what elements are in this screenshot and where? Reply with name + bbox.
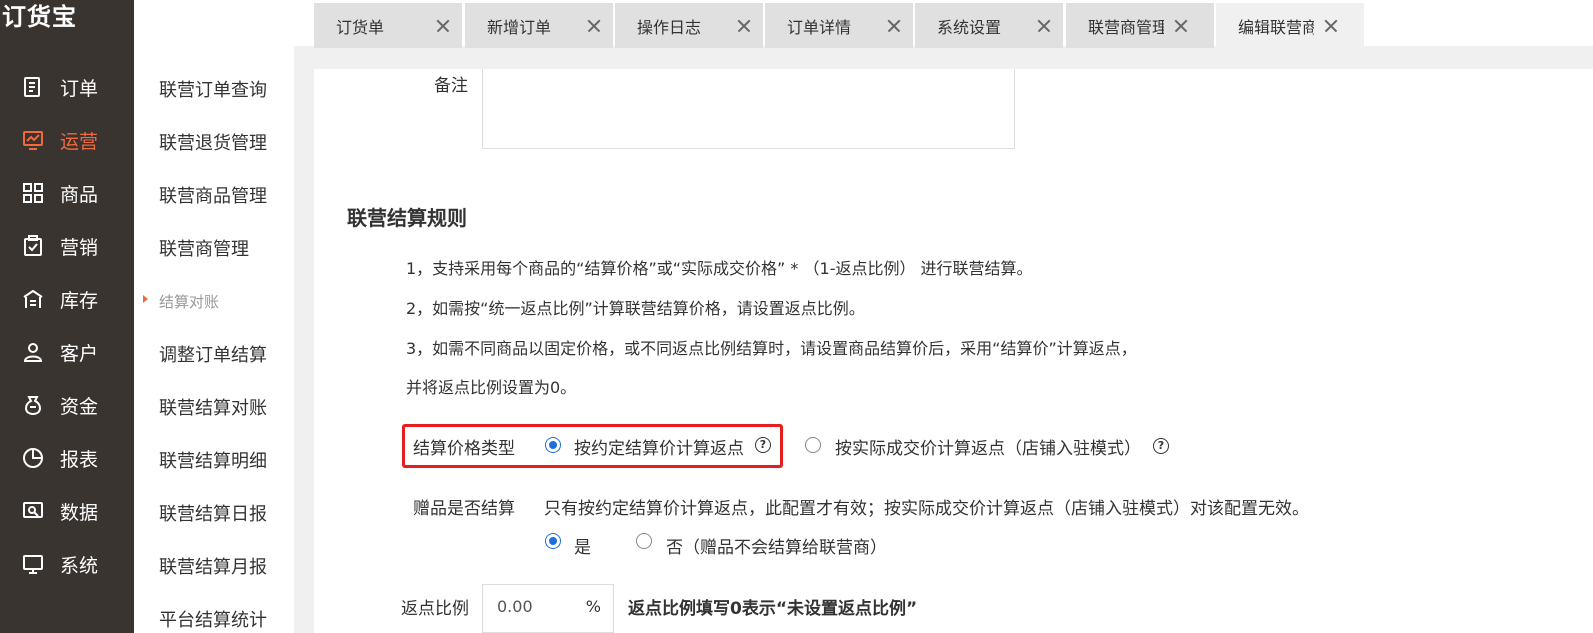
- section-title: 联营结算规则: [347, 206, 467, 230]
- nav-label: 系统: [60, 554, 99, 577]
- close-icon[interactable]: [1035, 17, 1053, 35]
- rule-text: 并将返点比例设置为0。: [406, 378, 577, 397]
- radio-actual-price[interactable]: [805, 437, 821, 453]
- radio-agreed-price[interactable]: [545, 437, 561, 453]
- nav-label: 库存: [60, 289, 99, 312]
- close-icon[interactable]: [1322, 17, 1340, 35]
- nav-label: 运营: [60, 130, 99, 153]
- rebate-note: 返点比例填写0表示“未设置返点比例”: [628, 599, 918, 619]
- customer-icon: [22, 341, 44, 363]
- help-icon[interactable]: ?: [755, 437, 771, 453]
- nav-item-report[interactable]: 报表: [0, 436, 134, 480]
- nav-item-money[interactable]: 资金: [0, 383, 134, 427]
- nav-label: 数据: [60, 501, 99, 524]
- nav-label: 报表: [60, 448, 99, 471]
- nav-item-order[interactable]: 订单: [0, 65, 134, 109]
- tab-label: 联营商管理: [1088, 17, 1164, 37]
- nav-item-goods[interactable]: 商品: [0, 171, 134, 215]
- rule-text: 2，如需按“统一返点比例”计算联营结算价格，请设置返点比例。: [406, 299, 865, 318]
- subnav-item[interactable]: 平台结算统计: [159, 606, 267, 632]
- subnav-section: 结算对账: [143, 291, 220, 312]
- nav-label: 商品: [60, 183, 99, 206]
- operation-icon: [22, 129, 44, 151]
- caret-right-icon: [143, 295, 148, 303]
- rebate-label: 返点比例: [401, 599, 469, 619]
- main-nav: 订货宝 订单 运营 商品 营销 库存 客户 资金 报表 数据 系统: [0, 0, 134, 633]
- gift-label: 赠品是否结算: [413, 499, 515, 519]
- subnav-item[interactable]: 联营结算日报: [159, 500, 267, 526]
- rule-text: 3，如需不同商品以固定价格，或不同返点比例结算时，请设置商品结算价后，采用“结算…: [406, 339, 1137, 358]
- goods-icon: [22, 182, 44, 204]
- subnav-item[interactable]: 联营结算明细: [159, 447, 267, 473]
- option-actual-price[interactable]: 按实际成交价计算返点（店铺入驻模式）: [835, 434, 1141, 459]
- remark-label: 备注: [434, 76, 468, 96]
- tab-system-settings[interactable]: 系统设置: [915, 3, 1063, 48]
- subnav-item[interactable]: 联营商品管理: [159, 182, 267, 208]
- tab-order[interactable]: 订货单: [314, 3, 462, 48]
- nav-label: 资金: [60, 395, 99, 418]
- option-agreed-price[interactable]: 按约定结算价计算返点: [574, 434, 744, 459]
- option-gift-yes[interactable]: 是: [574, 533, 591, 558]
- subnav-item[interactable]: 联营商管理: [159, 235, 249, 261]
- close-icon[interactable]: [1172, 17, 1190, 35]
- rule-text: 1，支持采用每个商品的“结算价格”或“实际成交价格” * （1-返点比例） 进行…: [406, 259, 1033, 278]
- warehouse-icon: [22, 288, 44, 310]
- close-icon[interactable]: [885, 17, 903, 35]
- close-icon[interactable]: [585, 17, 603, 35]
- data-icon: [22, 500, 44, 522]
- edit-partner-form: 备注 联营结算规则 1，支持采用每个商品的“结算价格”或“实际成交价格” * （…: [314, 69, 1593, 633]
- nav-item-data[interactable]: 数据: [0, 489, 134, 533]
- order-icon: [22, 76, 44, 98]
- nav-item-marketing[interactable]: 营销: [0, 224, 134, 268]
- tab-order-detail[interactable]: 订单详情: [765, 3, 913, 48]
- system-icon: [22, 553, 44, 575]
- remark-textarea[interactable]: [482, 69, 1015, 149]
- app-logo: 订货宝: [2, 3, 77, 31]
- close-icon[interactable]: [735, 17, 753, 35]
- nav-item-operation[interactable]: 运营: [0, 118, 134, 162]
- nav-item-system[interactable]: 系统: [0, 542, 134, 586]
- rebate-value: 0.00: [497, 597, 533, 616]
- nav-label: 订单: [60, 77, 99, 100]
- subnav-item[interactable]: 联营订单查询: [159, 76, 267, 102]
- tab-label: 订单详情: [787, 17, 852, 37]
- subnav-item[interactable]: 联营结算月报: [159, 553, 267, 579]
- subnav-section-label: 结算对账: [159, 293, 220, 311]
- tab-bar: 订货单 新增订单 操作日志 订单详情 系统设置 联营商管理 编辑联营商: [134, 0, 1593, 48]
- nav-item-warehouse[interactable]: 库存: [0, 277, 134, 321]
- subnav-item[interactable]: 联营退货管理: [159, 129, 267, 155]
- close-icon[interactable]: [434, 17, 452, 35]
- gift-hint: 只有按约定结算价计算返点，此配置才有效；按实际成交价计算返点（店铺入驻模式）对该…: [544, 499, 1309, 519]
- subnav-item[interactable]: 联营结算对账: [159, 394, 267, 420]
- nav-item-customer[interactable]: 客户: [0, 330, 134, 374]
- tab-operation-log[interactable]: 操作日志: [615, 3, 763, 48]
- rebate-input[interactable]: 0.00 %: [482, 584, 614, 633]
- tab-label: 订货单: [336, 17, 385, 37]
- tab-new-order[interactable]: 新增订单: [465, 3, 613, 48]
- nav-label: 营销: [60, 236, 99, 259]
- sub-nav: 联营订单查询 联营退货管理 联营商品管理 联营商管理 结算对账 调整订单结算 联…: [134, 46, 294, 633]
- option-gift-no[interactable]: 否（赠品不会结算给联营商）: [666, 533, 887, 558]
- radio-gift-yes[interactable]: [545, 533, 561, 549]
- subnav-item[interactable]: 调整订单结算: [159, 341, 267, 367]
- money-icon: [22, 394, 44, 416]
- help-icon[interactable]: ?: [1153, 438, 1169, 454]
- tab-label: 编辑联营商: [1238, 17, 1314, 37]
- price-type-label: 结算价格类型: [413, 439, 515, 459]
- tab-edit-partner[interactable]: 编辑联营商: [1216, 3, 1364, 48]
- tab-partner-manage[interactable]: 联营商管理: [1066, 3, 1214, 48]
- nav-label: 客户: [60, 342, 99, 365]
- percent-unit: %: [585, 597, 601, 616]
- tab-label: 系统设置: [937, 17, 1002, 37]
- tab-label: 操作日志: [637, 17, 702, 37]
- radio-gift-no[interactable]: [636, 533, 652, 549]
- tab-label: 新增订单: [487, 17, 552, 37]
- report-icon: [22, 447, 44, 469]
- marketing-icon: [22, 235, 44, 257]
